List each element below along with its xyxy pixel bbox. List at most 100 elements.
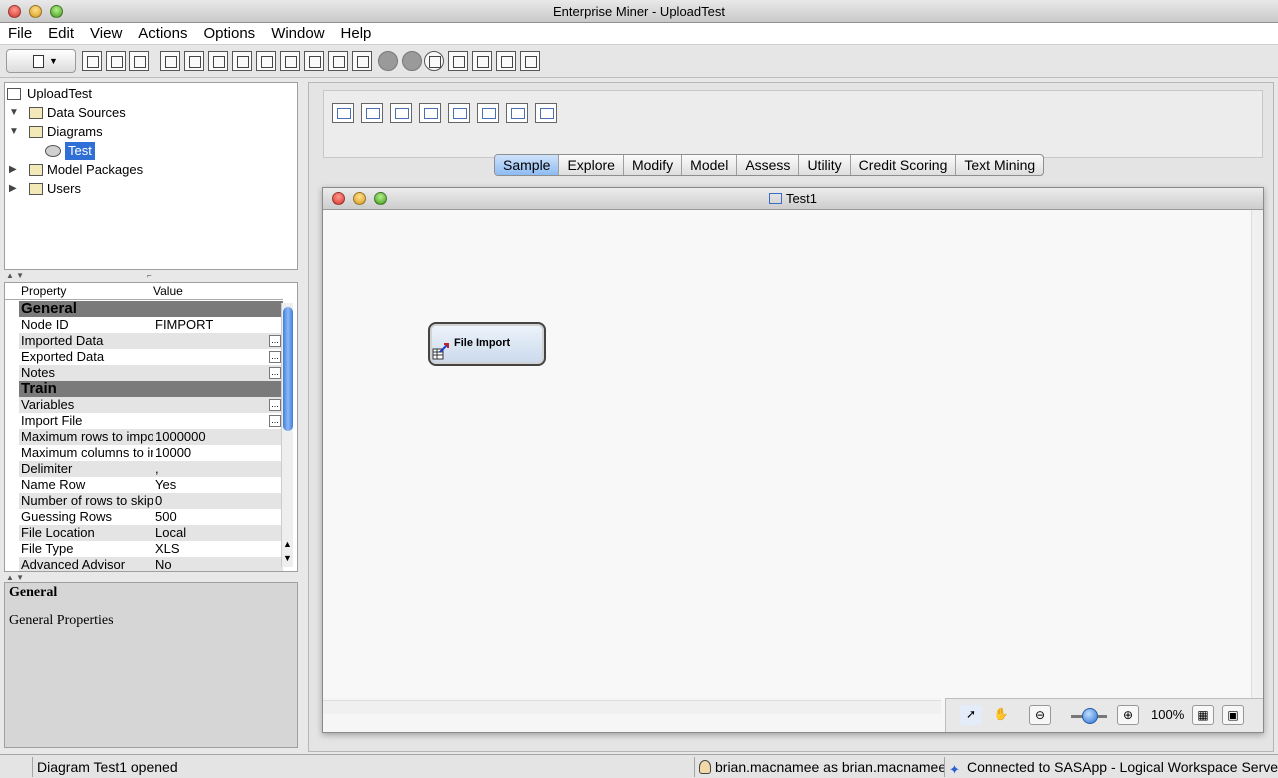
property-value[interactable]: 1000000 bbox=[155, 429, 283, 445]
property-value[interactable]: 10000 bbox=[155, 445, 283, 461]
fit-to-window-icon[interactable]: ▣ bbox=[1222, 705, 1244, 725]
menu-window[interactable]: Window bbox=[263, 23, 332, 45]
layout-icon[interactable]: ▦ bbox=[1192, 705, 1214, 725]
expanded-triangle-icon[interactable]: ▼ bbox=[9, 104, 19, 122]
tree-item-users[interactable]: ▶ Users bbox=[9, 180, 289, 198]
pointer-tool-icon[interactable]: ➚ bbox=[960, 705, 982, 725]
server-icon[interactable] bbox=[496, 51, 516, 71]
merge-node-icon[interactable] bbox=[477, 103, 499, 123]
tab-utility[interactable]: Utility bbox=[799, 155, 851, 175]
stop-icon[interactable] bbox=[378, 51, 398, 71]
property-row[interactable]: Number of rows to skip 0 bbox=[19, 493, 283, 509]
ellipsis-button[interactable]: ... bbox=[269, 335, 281, 347]
property-value[interactable]: No bbox=[155, 557, 283, 571]
property-row[interactable]: Exported Data... bbox=[19, 349, 283, 365]
property-row[interactable]: Name Row Yes bbox=[19, 477, 283, 493]
property-row[interactable]: Variables... bbox=[19, 397, 283, 413]
diagram-vertical-scrollbar[interactable] bbox=[1251, 210, 1263, 698]
property-row[interactable]: Imported Data... bbox=[19, 333, 283, 349]
explore-icon[interactable] bbox=[304, 51, 324, 71]
diagram-canvas[interactable]: File Import bbox=[323, 210, 1251, 698]
pause-icon[interactable] bbox=[402, 51, 422, 71]
scrollbar-thumb[interactable] bbox=[283, 307, 293, 431]
diagram-horizontal-scrollbar[interactable] bbox=[323, 700, 941, 714]
property-value[interactable]: Local bbox=[155, 525, 283, 541]
property-row[interactable]: Notes... bbox=[19, 365, 283, 381]
tab-explore[interactable]: Explore bbox=[559, 155, 624, 175]
tree-item-data-sources[interactable]: ▼ Data Sources bbox=[9, 104, 289, 122]
property-value[interactable]: 500 bbox=[155, 509, 283, 525]
menu-file[interactable]: File bbox=[0, 23, 40, 45]
tab-sample[interactable]: Sample bbox=[495, 155, 560, 175]
minimize-diagram-button[interactable] bbox=[353, 192, 366, 205]
file-node-icon[interactable] bbox=[448, 103, 470, 123]
menu-help[interactable]: Help bbox=[333, 23, 380, 45]
diagram-icon[interactable] bbox=[184, 51, 204, 71]
column-header-property[interactable]: Property bbox=[21, 284, 66, 298]
scroll-up-icon[interactable]: ▲ bbox=[283, 539, 292, 549]
menu-options[interactable]: Options bbox=[195, 23, 263, 45]
report-icon[interactable] bbox=[256, 51, 276, 71]
file-import-node[interactable]: File Import bbox=[428, 322, 546, 366]
delete-icon[interactable] bbox=[129, 51, 149, 71]
menu-actions[interactable]: Actions bbox=[130, 23, 195, 45]
property-row[interactable]: File Type XLS bbox=[19, 541, 283, 557]
property-value[interactable]: FIMPORT bbox=[155, 317, 283, 333]
tab-text-mining[interactable]: Text Mining bbox=[956, 155, 1043, 175]
expanded-triangle-icon[interactable]: ▼ bbox=[9, 123, 19, 141]
tab-credit-scoring[interactable]: Credit Scoring bbox=[851, 155, 957, 175]
document-icon[interactable] bbox=[232, 51, 252, 71]
property-value[interactable]: Yes bbox=[155, 477, 283, 493]
zoom-diagram-button[interactable] bbox=[374, 192, 387, 205]
close-diagram-button[interactable] bbox=[332, 192, 345, 205]
ellipsis-button[interactable]: ... bbox=[269, 399, 281, 411]
chart-node-icon[interactable] bbox=[535, 103, 557, 123]
properties-scrollbar[interactable]: ▲ ▼ bbox=[281, 303, 293, 567]
copy-icon[interactable] bbox=[82, 51, 102, 71]
tree-item-test[interactable]: Test bbox=[45, 142, 245, 160]
tab-assess[interactable]: Assess bbox=[737, 155, 800, 175]
scroll-down-icon[interactable]: ▼ bbox=[283, 553, 292, 563]
library-icon[interactable] bbox=[328, 51, 348, 71]
partition-node-icon[interactable] bbox=[390, 103, 412, 123]
new-dropdown-button[interactable]: ▼ bbox=[6, 49, 76, 73]
run-icon[interactable] bbox=[352, 51, 372, 71]
splitter-handle[interactable]: ⌐ bbox=[147, 271, 152, 280]
windows-icon[interactable] bbox=[448, 51, 468, 71]
node-icon[interactable] bbox=[208, 51, 228, 71]
tab-model[interactable]: Model bbox=[682, 155, 738, 175]
menu-edit[interactable]: Edit bbox=[40, 23, 82, 45]
ellipsis-button[interactable]: ... bbox=[269, 351, 281, 363]
input-data-node-icon[interactable] bbox=[332, 103, 354, 123]
help-book-icon[interactable] bbox=[520, 51, 540, 71]
property-value[interactable]: XLS bbox=[155, 541, 283, 557]
minimize-window-button[interactable] bbox=[29, 5, 42, 18]
table-icon[interactable] bbox=[280, 51, 300, 71]
property-row[interactable]: File Location Local bbox=[19, 525, 283, 541]
property-row[interactable]: Delimiter, bbox=[19, 461, 283, 477]
splitter-arrows[interactable]: ▲ ▼ bbox=[6, 271, 24, 280]
collapsed-triangle-icon[interactable]: ▶ bbox=[9, 180, 17, 198]
ellipsis-button[interactable]: ... bbox=[269, 415, 281, 427]
property-value[interactable]: 0 bbox=[155, 493, 283, 509]
splitter-arrows[interactable]: ▲ ▼ bbox=[6, 573, 24, 582]
property-row[interactable]: Maximum columns to import10000 bbox=[19, 445, 283, 461]
menu-view[interactable]: View bbox=[82, 23, 130, 45]
property-row[interactable]: Guessing Rows 500 bbox=[19, 509, 283, 525]
property-row[interactable]: Node ID FIMPORT bbox=[19, 317, 283, 333]
zoom-in-icon[interactable]: ⊕ bbox=[1117, 705, 1139, 725]
column-header-value[interactable]: Value bbox=[153, 284, 183, 298]
model-manager-icon[interactable] bbox=[472, 51, 492, 71]
zoom-out-icon[interactable]: ⊖ bbox=[1029, 705, 1051, 725]
sample-node-icon[interactable] bbox=[361, 103, 383, 123]
tab-modify[interactable]: Modify bbox=[624, 155, 683, 175]
zoom-window-button[interactable] bbox=[50, 5, 63, 18]
append-node-icon[interactable] bbox=[506, 103, 528, 123]
property-row[interactable]: Import File... bbox=[19, 413, 283, 429]
property-value[interactable]: , bbox=[155, 461, 283, 477]
tree-item-diagrams[interactable]: ▼ Diagrams bbox=[9, 123, 289, 141]
property-row[interactable]: Maximum rows to import 1000000 bbox=[19, 429, 283, 445]
tree-item-model-packages[interactable]: ▶ Model Packages bbox=[9, 161, 289, 179]
collapsed-triangle-icon[interactable]: ▶ bbox=[9, 161, 17, 179]
select-tool-icon[interactable] bbox=[160, 51, 180, 71]
